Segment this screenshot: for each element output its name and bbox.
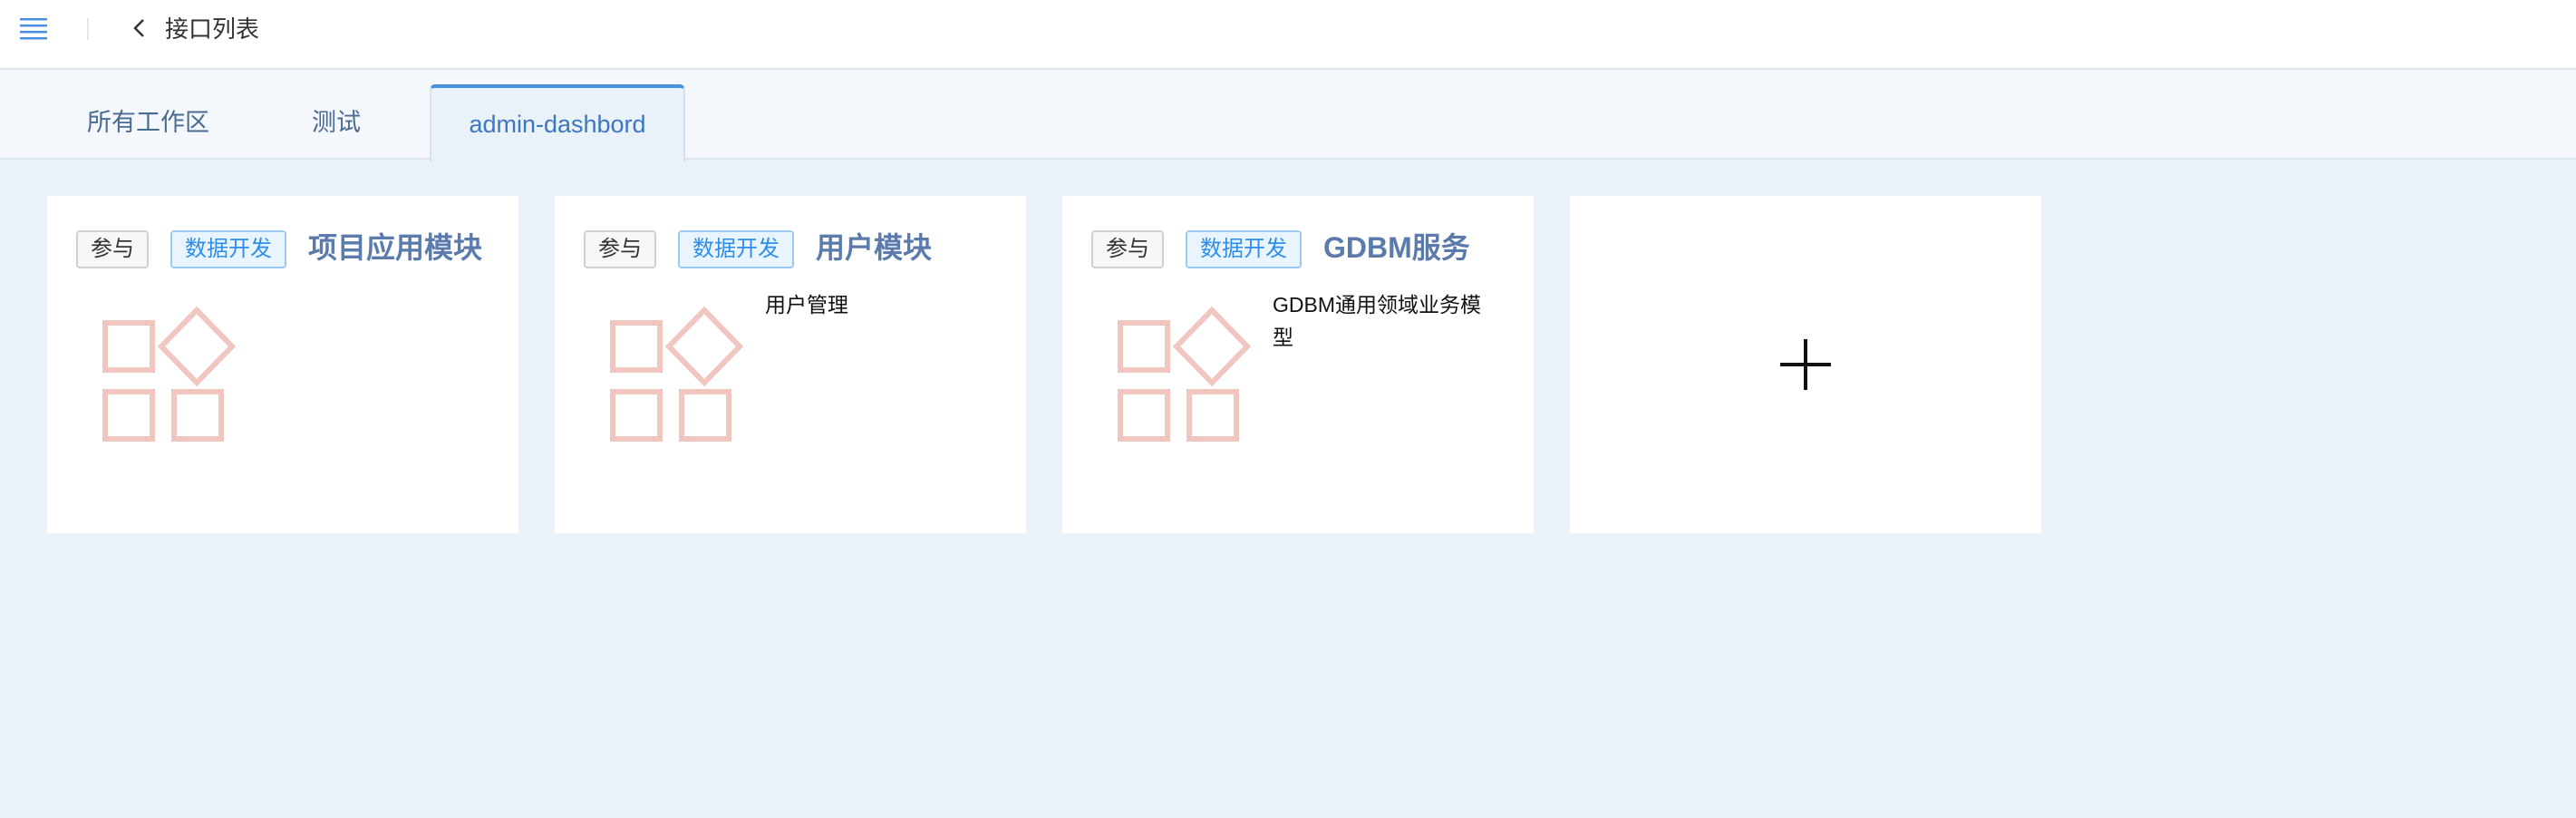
card-description: GDBM通用领域业务模型	[1273, 293, 1481, 349]
role-tag: 参与	[584, 230, 656, 268]
top-bar: 接口列表	[0, 0, 2576, 70]
tab-all-workspaces[interactable]: 所有工作区	[87, 84, 209, 160]
category-tag: 数据开发	[678, 230, 794, 268]
card-title[interactable]: 项目应用模块	[308, 227, 482, 268]
module-card[interactable]: 参与 数据开发 项目应用模块	[47, 196, 518, 533]
card-title[interactable]: 用户模块	[816, 227, 932, 268]
role-tag: 参与	[1091, 230, 1164, 268]
category-tag: 数据开发	[170, 230, 286, 268]
topbar-divider	[87, 18, 89, 40]
plus-icon[interactable]	[1778, 337, 1833, 392]
card-description: 用户管理	[765, 293, 848, 316]
tab-admin-dashbord[interactable]: admin-dashbord	[430, 84, 685, 161]
card-title[interactable]: GDBM服务	[1323, 227, 1470, 268]
category-tag: 数据开发	[1186, 230, 1302, 268]
module-card[interactable]: 参与 数据开发 GDBM服务 GDBM通用领域业务模型	[1062, 196, 1534, 533]
tab-test[interactable]: 测试	[312, 84, 361, 160]
module-card[interactable]: 参与 数据开发 用户模块 用户管理	[555, 196, 1026, 533]
page-title: 接口列表	[165, 15, 260, 43]
workspace-tab-bar: 所有工作区 测试 admin-dashbord	[0, 70, 2576, 161]
role-tag: 参与	[76, 230, 149, 268]
module-icon	[102, 307, 237, 442]
add-module-card[interactable]	[1570, 196, 2041, 533]
chevron-left-icon[interactable]	[131, 16, 149, 40]
module-icon	[610, 307, 744, 442]
menu-icon[interactable]	[20, 16, 47, 40]
module-icon	[1118, 307, 1252, 442]
